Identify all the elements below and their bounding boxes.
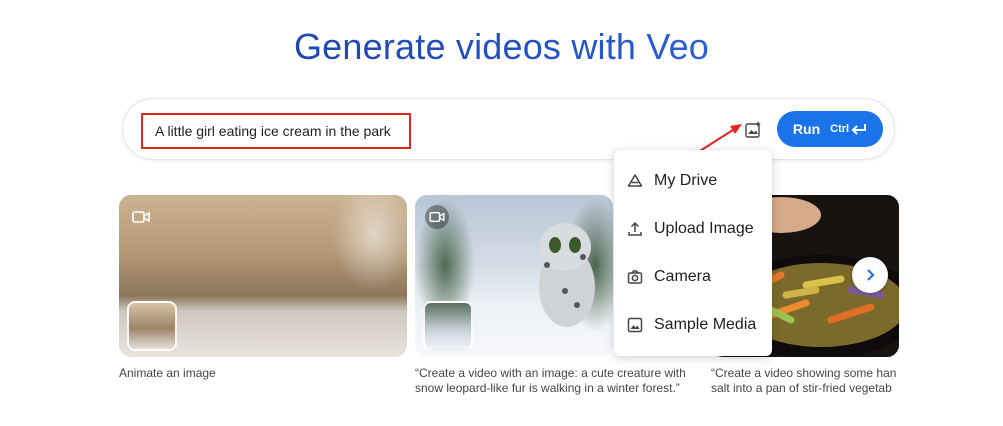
example-caption: Animate an image (119, 366, 407, 381)
prompt-input[interactable] (141, 113, 411, 149)
run-button[interactable]: Run Ctrl (777, 111, 883, 147)
add-image-icon (745, 121, 761, 138)
caption-line: snow leopard-like fur is walking in a wi… (415, 381, 680, 395)
menu-item-label: My Drive (654, 172, 718, 189)
example-caption: “Create a video showing some han salt in… (711, 366, 899, 396)
chevron-right-icon (867, 269, 875, 281)
example-caption: “Create a video with an image: a cute cr… (415, 366, 703, 396)
camera-icon (627, 269, 643, 285)
upload-icon (627, 221, 643, 237)
caption-line: “Create a video showing some han (711, 366, 897, 380)
menu-item-my-drive[interactable]: My Drive (614, 157, 772, 205)
caption-line: Animate an image (119, 366, 216, 380)
menu-item-camera[interactable]: Camera (614, 253, 772, 301)
menu-item-label: Camera (654, 268, 711, 285)
menu-item-label: Sample Media (654, 316, 757, 333)
run-label: Run (792, 121, 821, 137)
source-image-thumbnail (423, 301, 473, 351)
page-title: Generate videos with Veo (0, 26, 1003, 68)
video-camera-icon (129, 205, 153, 229)
add-image-button[interactable] (742, 119, 764, 141)
caption-line: salt into a pan of stir-fried vegetab (711, 381, 892, 395)
example-card-animate-image[interactable] (119, 195, 407, 357)
menu-item-upload-image[interactable]: Upload Image (614, 205, 772, 253)
caption-line: “Create a video with an image: a cute cr… (415, 366, 686, 380)
menu-item-sample-media[interactable]: Sample Media (614, 301, 772, 349)
menu-item-label: Upload Image (654, 220, 754, 237)
example-card-snow-leopard[interactable] (415, 195, 613, 357)
run-shortcut-label: Ctrl (830, 123, 850, 135)
carousel-next-button[interactable] (852, 257, 888, 293)
image-icon (627, 317, 643, 333)
source-image-thumbnail (127, 301, 177, 351)
enter-key-icon (851, 124, 867, 135)
image-source-menu: My Drive Upload Image Camera Sample Medi… (614, 150, 772, 356)
drive-icon (627, 173, 643, 189)
run-shortcut: Ctrl (830, 123, 867, 135)
